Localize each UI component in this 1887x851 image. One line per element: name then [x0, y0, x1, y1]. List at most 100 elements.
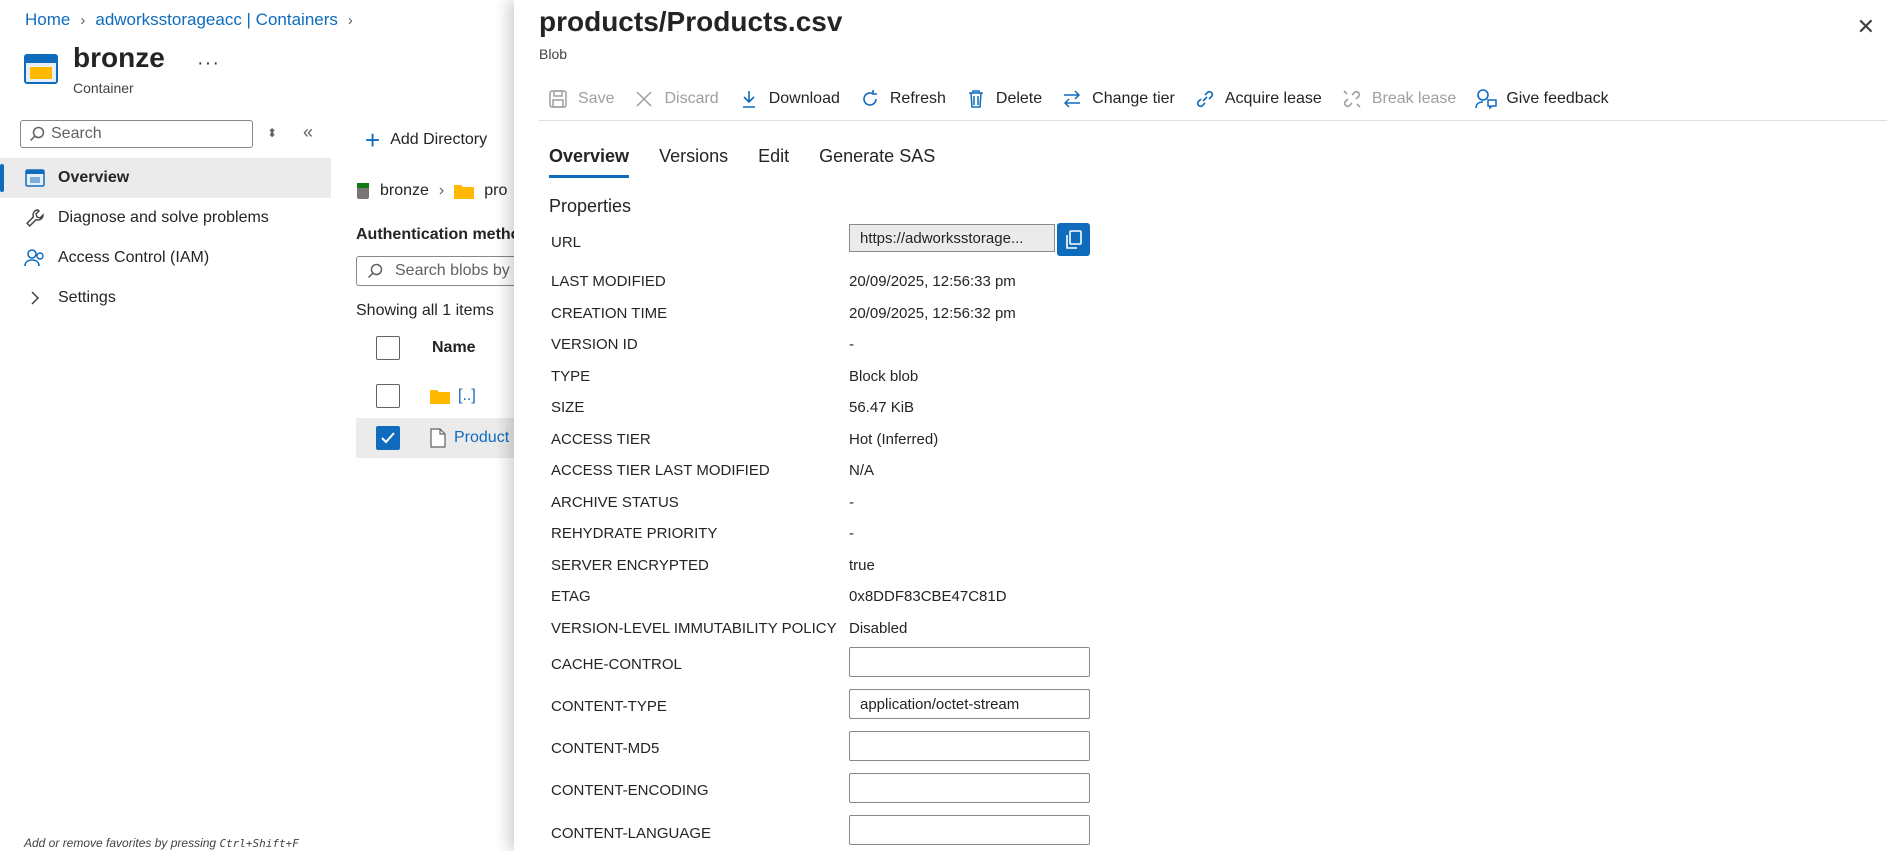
save-button[interactable]: Save — [546, 87, 614, 111]
sidebar-item-label: Diagnose and solve problems — [58, 209, 269, 226]
table-header: Name — [356, 328, 516, 368]
select-all-checkbox[interactable] — [376, 336, 400, 360]
discard-button[interactable]: Discard — [632, 87, 719, 111]
save-icon — [546, 87, 570, 111]
folder-icon — [430, 390, 450, 404]
row-checkbox[interactable] — [376, 426, 400, 450]
chevron-right-icon: › — [438, 182, 445, 199]
more-options-icon[interactable]: ··· — [197, 52, 220, 75]
wrench-icon — [24, 207, 46, 229]
refresh-icon — [858, 87, 882, 111]
row-name-link[interactable]: Product — [454, 429, 509, 447]
add-directory-button[interactable]: + Add Directory — [365, 125, 488, 155]
row-name-link[interactable]: [..] — [458, 387, 476, 405]
tab-generate-sas[interactable]: Generate SAS — [819, 146, 935, 178]
property-label: TYPE — [551, 368, 591, 385]
tab-versions[interactable]: Versions — [659, 146, 728, 178]
sidebar-item-iam[interactable]: Access Control (IAM) — [0, 238, 331, 278]
delete-label: Delete — [995, 90, 1043, 107]
sidebar-item-diagnose[interactable]: Diagnose and solve problems — [0, 198, 331, 238]
property-label: CACHE-CONTROL — [551, 656, 682, 673]
delete-button[interactable]: Delete — [964, 87, 1042, 111]
give-feedback-button[interactable]: Give feedback — [1474, 87, 1609, 111]
refresh-button[interactable]: Refresh — [858, 87, 946, 111]
toolbar: Save Discard Download Refresh Delete Cha… — [546, 84, 1627, 114]
add-directory-label: Add Directory — [390, 131, 488, 148]
search-icon — [367, 263, 383, 279]
feedback-icon — [1474, 87, 1498, 111]
sidebar-item-overview[interactable]: Overview — [0, 158, 331, 198]
blade-title: products/Products.csv — [539, 6, 843, 37]
download-label: Download — [768, 90, 840, 107]
property-label: CONTENT-ENCODING — [551, 782, 709, 799]
copy-url-button[interactable] — [1057, 223, 1090, 256]
blob-details-panel: products/Products.csv Blob ✕ Save Discar… — [514, 0, 1887, 851]
property-label: REHYDRATE PRIORITY — [551, 525, 718, 542]
sidebar-item-label: Settings — [58, 289, 116, 306]
breadcrumb-home[interactable]: Home — [25, 10, 70, 30]
change-tier-button[interactable]: Change tier — [1060, 87, 1175, 111]
property-label: VERSION ID — [551, 336, 638, 353]
property-label: ACCESS TIER — [551, 431, 651, 448]
properties-heading: Properties — [549, 196, 632, 216]
swap-arrows-icon — [1060, 87, 1084, 111]
sidebar-item-settings[interactable]: Settings — [0, 278, 331, 318]
property-value: - — [849, 494, 854, 511]
breadcrumb-containers[interactable]: adworksstorageacc | Containers — [95, 10, 338, 30]
content-md5-input[interactable] — [849, 731, 1090, 761]
page-title: bronze — [73, 42, 165, 73]
content-encoding-input[interactable] — [849, 773, 1090, 803]
url-value: https://adworksstorage... — [860, 229, 1024, 247]
search-icon — [29, 126, 45, 142]
url-field[interactable]: https://adworksstorage... — [849, 224, 1055, 252]
property-value: 20/09/2025, 12:56:33 pm — [849, 273, 1016, 290]
sort-icon[interactable]: ⬍ — [267, 126, 277, 140]
search-input[interactable]: Search — [20, 120, 253, 148]
property-label: LAST MODIFIED — [551, 273, 666, 290]
link-icon — [1193, 87, 1217, 111]
property-label: SIZE — [551, 399, 585, 416]
collapse-sidebar-icon[interactable]: « — [303, 122, 313, 143]
property-label: ARCHIVE STATUS — [551, 494, 679, 511]
property-value: 56.47 KiB — [849, 399, 915, 416]
acquire-lease-label: Acquire lease — [1224, 90, 1322, 107]
close-button[interactable]: ✕ — [1857, 14, 1875, 40]
sidebar-item-label: Access Control (IAM) — [58, 249, 210, 266]
property-label: CONTENT-TYPE — [551, 698, 667, 715]
shortcut-text: Ctrl+Shift+F — [219, 837, 299, 850]
acquire-lease-button[interactable]: Acquire lease — [1193, 87, 1322, 111]
break-lease-button[interactable]: Break lease — [1340, 87, 1457, 111]
property-label: ETAG — [551, 588, 591, 605]
blade-subtitle: Blob — [539, 46, 568, 62]
property-value: Hot (Inferred) — [849, 431, 939, 448]
content-type-input[interactable]: application/octet-stream — [849, 689, 1090, 719]
tab-edit[interactable]: Edit — [758, 146, 789, 178]
chevron-right-icon — [24, 287, 46, 309]
sidebar-item-label: Overview — [58, 169, 130, 186]
page-subtitle: Container — [73, 80, 134, 96]
path-folder[interactable]: pro — [484, 182, 507, 200]
give-feedback-label: Give feedback — [1506, 90, 1609, 107]
path-breadcrumb: bronze › pro — [356, 182, 507, 200]
search-placeholder: Search — [51, 125, 102, 142]
table-row[interactable]: [..] — [356, 376, 516, 416]
blob-search-input[interactable]: Search blobs by — [356, 256, 516, 286]
property-label: CREATION TIME — [551, 305, 668, 322]
table-row[interactable]: Product — [356, 418, 516, 458]
plus-icon: + — [365, 125, 381, 155]
tab-overview[interactable]: Overview — [549, 146, 630, 178]
broken-link-icon — [1340, 87, 1364, 111]
property-value: 20/09/2025, 12:56:32 pm — [849, 305, 1016, 322]
property-label: SERVER ENCRYPTED — [551, 557, 709, 574]
blob-search-placeholder: Search blobs by — [395, 262, 510, 279]
breadcrumb: Home › adworksstorageacc | Containers › — [25, 8, 363, 32]
property-value: - — [849, 525, 854, 542]
row-checkbox[interactable] — [376, 384, 400, 408]
content-language-input[interactable] — [849, 815, 1090, 845]
download-button[interactable]: Download — [737, 87, 840, 111]
path-root[interactable]: bronze — [380, 182, 429, 200]
break-lease-label: Break lease — [1371, 90, 1457, 107]
trash-icon — [964, 87, 988, 111]
column-header-name[interactable]: Name — [432, 339, 476, 357]
cache-control-input[interactable] — [849, 647, 1090, 677]
